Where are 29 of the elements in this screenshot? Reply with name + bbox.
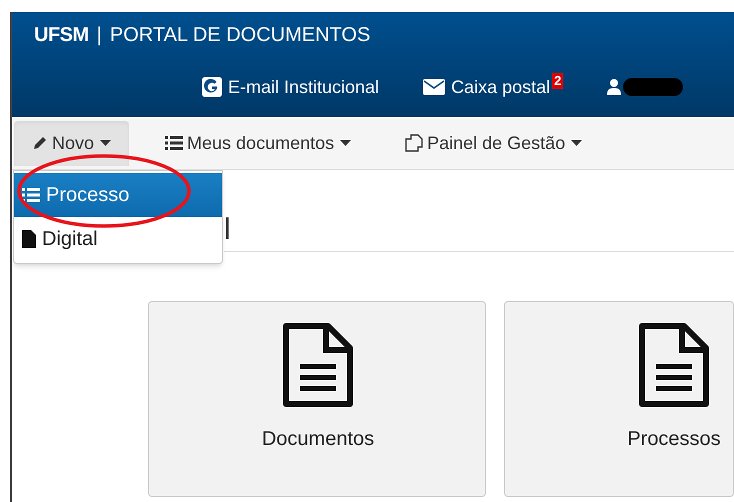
pencil-icon [32,135,48,151]
notification-badge: 2 [552,73,564,89]
dropdown-item[interactable]: Digital [14,217,222,261]
portal-title: PORTAL DE DOCUMENTOS [110,22,370,48]
google-icon [202,77,222,97]
nav-link[interactable]: Caixa postal 2 [423,74,564,100]
user-icon [607,79,622,95]
caret-icon [100,140,112,146]
list-icon [22,187,40,203]
card[interactable]: Documentos [148,301,486,497]
envelope-icon [423,79,446,95]
card-label: Processos [627,427,721,452]
dropdown-item[interactable]: Processo [14,173,222,217]
card[interactable]: Processos [504,301,734,497]
document-icon [282,322,354,408]
menu-button[interactable]: Meus documentos [147,120,370,166]
card-label: Documentos [262,427,374,452]
page-heading: l [224,215,231,245]
caret-icon [340,140,352,146]
file-icon [22,230,36,248]
list-icon [165,135,184,151]
copy-icon [405,134,424,152]
nav-link[interactable]: E-mail Institucional [202,74,380,100]
separator: | [96,22,102,48]
menu-button[interactable]: Novo [14,120,130,166]
brand-name: UFSM [34,22,89,48]
menu-button[interactable]: Painel de Gestão [387,120,600,166]
document-icon [638,322,710,408]
caret-icon [571,140,582,146]
